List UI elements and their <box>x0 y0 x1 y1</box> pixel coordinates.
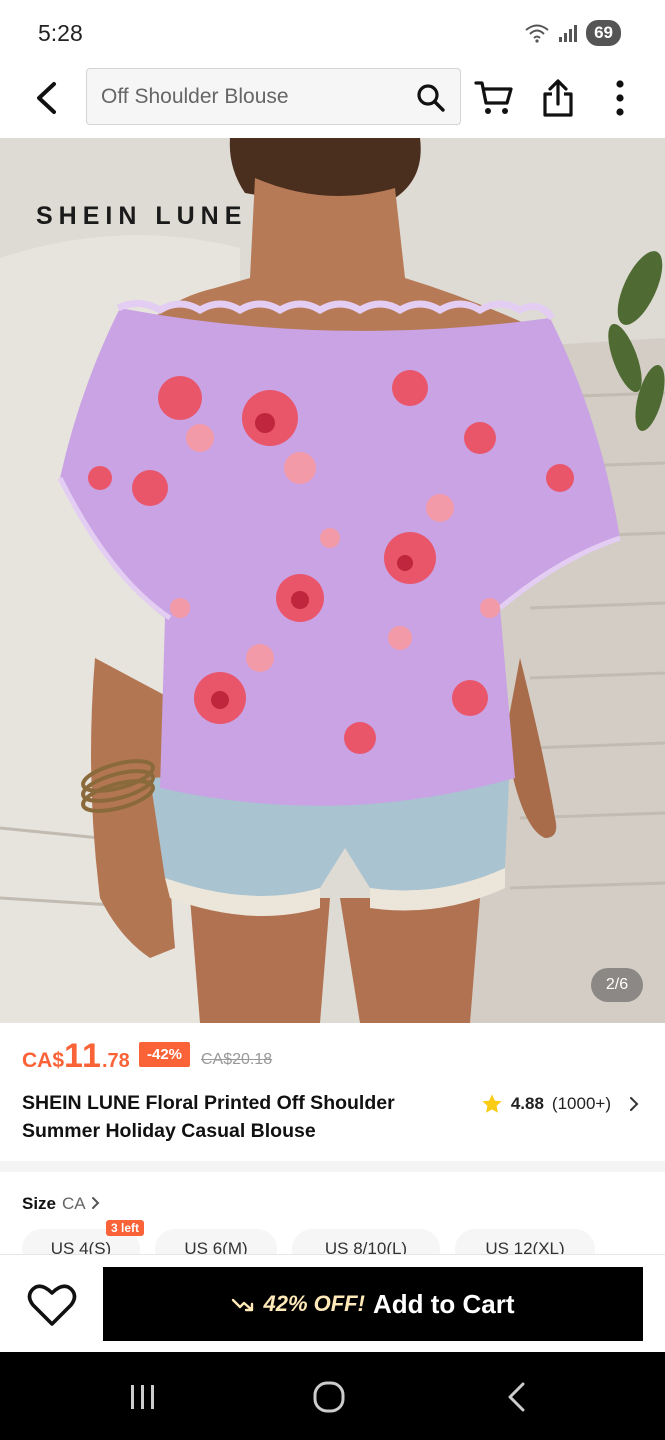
trend-down-icon <box>232 1298 254 1312</box>
section-divider <box>0 1161 665 1172</box>
size-option-l[interactable]: US 8/10(L) <box>292 1229 440 1254</box>
share-button[interactable] <box>536 76 580 120</box>
more-options-button[interactable] <box>598 76 642 120</box>
top-nav <box>0 64 665 138</box>
chevron-right-icon <box>630 1097 639 1111</box>
size-option-m[interactable]: US 6(M) <box>155 1229 277 1254</box>
cart-button[interactable] <box>472 76 516 120</box>
original-price: CA$20.18 <box>201 1051 273 1068</box>
status-time: 5:28 <box>38 20 83 46</box>
system-back-icon <box>508 1382 525 1412</box>
search-box[interactable] <box>86 68 461 125</box>
share-icon <box>543 79 573 117</box>
wifi-icon <box>525 24 549 43</box>
size-option-xl[interactable]: US 12(XL) <box>455 1229 595 1254</box>
review-count: (1000+) <box>551 1094 611 1113</box>
product-photo <box>0 138 665 1023</box>
rating-value: 4.88 <box>510 1094 544 1113</box>
recent-apps-button[interactable] <box>113 1374 173 1420</box>
product-title: SHEIN LUNE Floral Printed Off Shoulder S… <box>22 1092 395 1142</box>
chevron-right-icon[interactable] <box>90 1194 102 1212</box>
price-decimal: .78 <box>101 1050 130 1072</box>
search-input[interactable] <box>101 83 401 111</box>
home-icon <box>313 1381 345 1413</box>
more-vertical-icon <box>616 80 624 116</box>
discount-badge: -42% <box>139 1042 191 1067</box>
battery-indicator: 69 <box>586 20 621 46</box>
heart-icon <box>27 1284 77 1326</box>
add-to-cart-button[interactable]: 42% OFF! Add to Cart <box>103 1267 643 1341</box>
brand-logo: SHEIN LUNE <box>36 202 248 230</box>
system-navigation-bar <box>0 1352 665 1440</box>
promo-text: 42% OFF! <box>263 1291 365 1316</box>
price-currency: CA$ <box>22 1049 65 1072</box>
add-to-cart-label: Add to Cart <box>372 1288 515 1319</box>
rating-summary[interactable]: 4.88 (1000+) <box>481 1093 641 1115</box>
star-icon <box>482 1094 502 1113</box>
wishlist-button[interactable] <box>26 1281 78 1329</box>
product-image-carousel[interactable]: SHEIN LUNE 2/6 <box>0 138 665 1023</box>
bottom-action-bar: 42% OFF! Add to Cart <box>0 1254 665 1352</box>
home-button[interactable] <box>299 1374 359 1420</box>
size-section: Size CA US 4(S) US 6(M) US 8/10(L) US 12… <box>0 1172 665 1254</box>
system-back-button[interactable] <box>486 1374 546 1420</box>
back-button[interactable] <box>28 78 64 118</box>
sale-price: CA$ 11 .78 <box>22 1037 130 1076</box>
size-label: Size <box>22 1194 57 1213</box>
signal-icon <box>559 25 578 42</box>
cart-icon <box>474 81 513 114</box>
back-arrow-icon <box>37 82 56 114</box>
recent-apps-icon <box>131 1385 154 1409</box>
search-icon[interactable] <box>416 83 446 113</box>
price-integer: 11 <box>64 1037 102 1075</box>
stock-badge: 3 left <box>106 1220 145 1236</box>
size-region-selector[interactable]: CA <box>62 1194 86 1214</box>
status-bar: 5:28 69 <box>0 0 665 64</box>
product-info: CA$ 11 .78 -42% CA$20.18 SHEIN LUNE Flor… <box>0 1023 665 1161</box>
status-icons: 69 <box>524 20 621 46</box>
image-counter: 2/6 <box>591 968 643 1002</box>
